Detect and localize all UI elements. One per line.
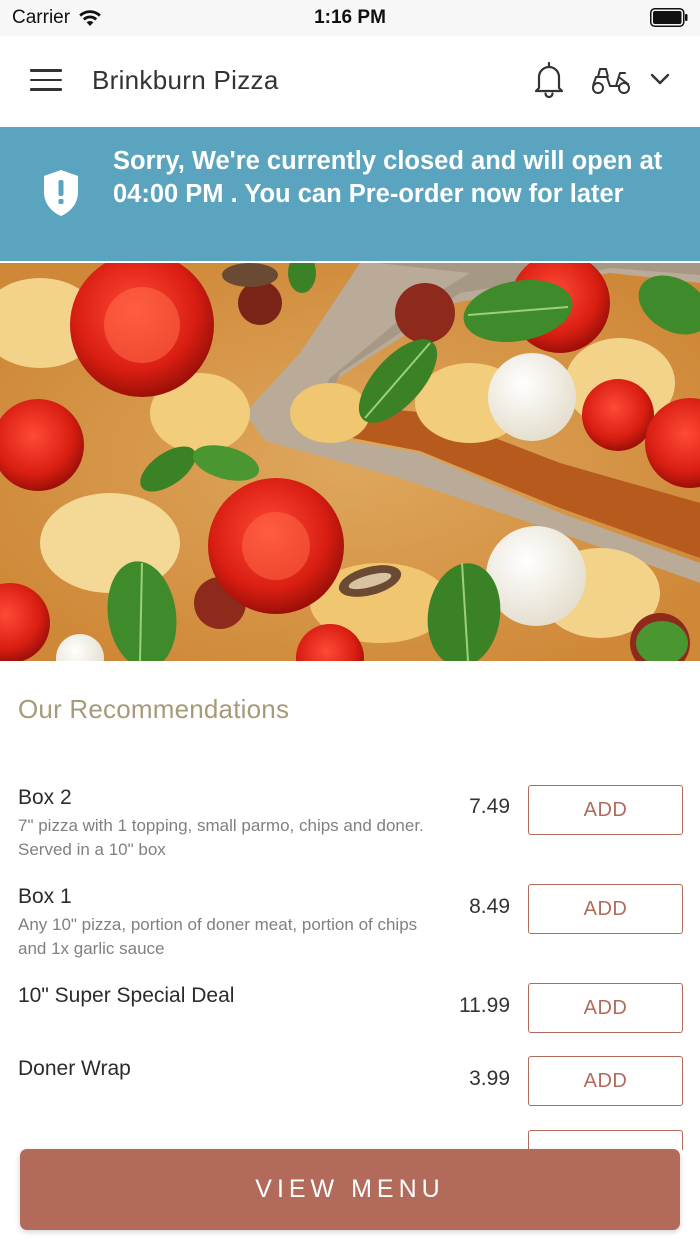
item-price: 3.99	[469, 1067, 510, 1090]
add-button[interactable]: ADD	[528, 1056, 683, 1106]
item-name: Box 2	[18, 786, 72, 809]
app-title: Brinkburn Pizza	[92, 65, 279, 95]
item-name: 10" Super Special Deal	[18, 984, 235, 1007]
item-price: 11.99	[459, 994, 510, 1017]
bell-icon[interactable]	[533, 60, 565, 98]
app-header: Brinkburn Pizza	[0, 36, 700, 127]
view-menu-button[interactable]: VIEW MENU	[20, 1149, 680, 1230]
item-description: Any 10" pizza, portion of doner meat, po…	[18, 915, 418, 958]
hero-pizza-image	[0, 263, 700, 661]
scooter-icon[interactable]	[590, 64, 632, 96]
menu-icon[interactable]	[30, 69, 62, 93]
add-button-partial[interactable]	[528, 1130, 683, 1150]
item-description: 7" pizza with 1 topping, small parmo, ch…	[18, 816, 424, 859]
item-price: 7.49	[469, 795, 510, 818]
battery-icon	[650, 8, 688, 27]
add-button[interactable]: ADD	[528, 785, 683, 835]
banner-text: Sorry, We're currently closed and will o…	[113, 147, 663, 208]
add-button[interactable]: ADD	[528, 884, 683, 934]
status-bar: Carrier 1:16 PM	[0, 0, 700, 36]
section-title: Our Recommendations	[18, 694, 290, 724]
shield-alert-icon	[44, 170, 78, 216]
item-price: 8.49	[469, 895, 510, 918]
item-name: Doner Wrap	[18, 1057, 131, 1080]
chevron-down-icon[interactable]	[650, 72, 670, 86]
status-time: 1:16 PM	[314, 7, 386, 28]
add-button[interactable]: ADD	[528, 983, 683, 1033]
item-name: Box 1	[18, 885, 72, 908]
closed-banner: Sorry, We're currently closed and will o…	[0, 127, 700, 261]
